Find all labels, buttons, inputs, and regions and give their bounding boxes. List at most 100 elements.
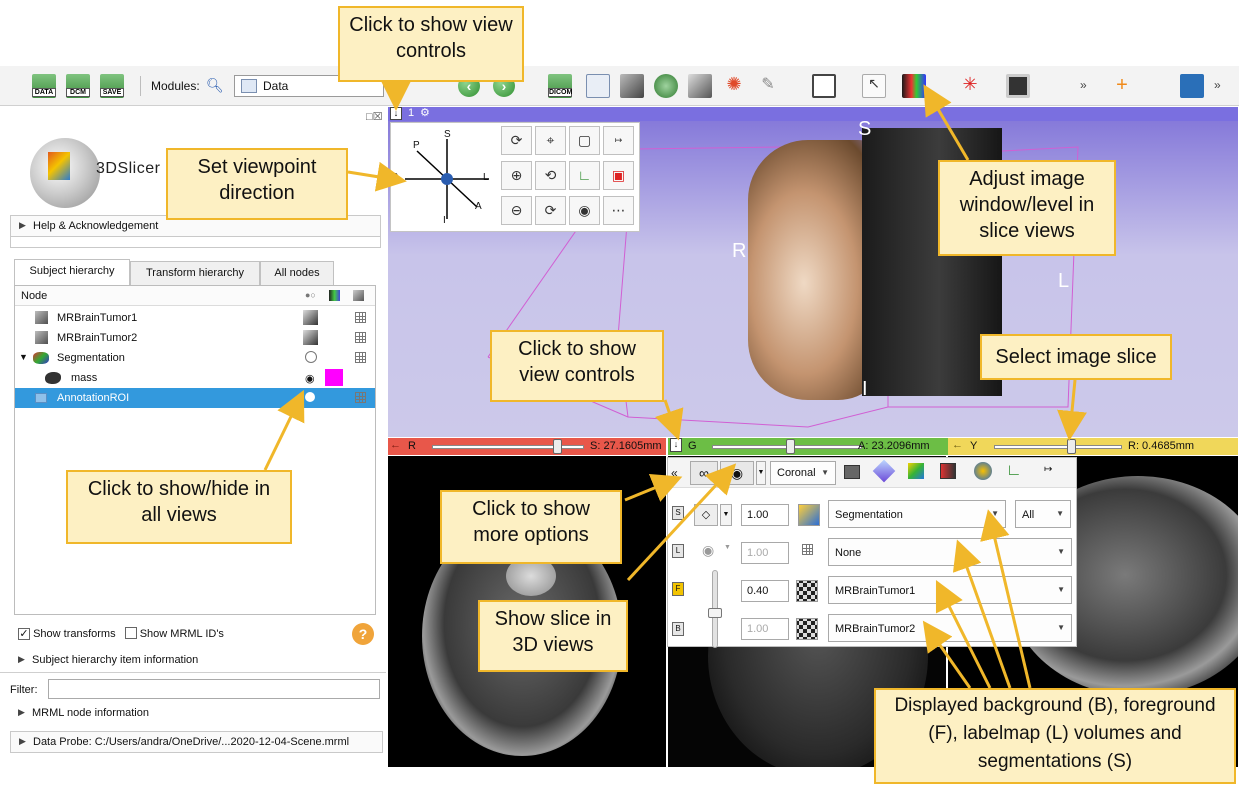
orthographic-icon[interactable]: ▢: [569, 126, 600, 155]
pin-icon[interactable]: ←: [952, 439, 963, 451]
collapse-triangle-icon[interactable]: ▼: [19, 352, 28, 362]
spin-icon[interactable]: ⟲: [535, 161, 566, 190]
collapse-icon[interactable]: «: [671, 466, 678, 480]
grid-icon[interactable]: [844, 465, 860, 479]
search-icon[interactable]: 🔍︎: [206, 77, 224, 94]
axes-icon[interactable]: ∟: [569, 161, 600, 190]
volumes-icon[interactable]: [620, 74, 644, 98]
eye-icon[interactable]: [305, 392, 315, 402]
extensions-icon[interactable]: [1180, 74, 1204, 98]
tree-item-mrbraintumor2[interactable]: MRBrainTumor2: [15, 328, 375, 348]
reslice-icon[interactable]: [872, 459, 896, 483]
more-options-icon[interactable]: ⋯: [603, 196, 634, 225]
labelmap-select[interactable]: None ▼: [828, 538, 1072, 566]
filter-input[interactable]: [48, 679, 380, 699]
colormap-icon[interactable]: [796, 580, 818, 602]
tree-item-mrbraintumor1[interactable]: MRBrainTumor1: [15, 308, 375, 328]
ruler-icon[interactable]: ↦: [1044, 464, 1052, 475]
gear-icon[interactable]: ⚙: [420, 106, 430, 119]
eye-icon[interactable]: [305, 351, 317, 363]
segment-select[interactable]: All ▼: [1015, 500, 1071, 528]
window-level-icon[interactable]: [974, 462, 992, 480]
slice-visibility-icon[interactable]: [303, 330, 318, 345]
reset-camera-icon[interactable]: ⟳: [535, 196, 566, 225]
chevron-down-icon[interactable]: ▼: [720, 504, 732, 526]
models-icon[interactable]: [654, 74, 678, 98]
pin-icon[interactable]: ←: [390, 439, 401, 451]
subject-hierarchy-tree[interactable]: Node ●○ MRBrainTumor1 MRBrainTumor2 ▼ Se…: [14, 285, 376, 615]
more-icon[interactable]: »: [1214, 78, 1221, 92]
segmentation-opacity-spin[interactable]: 1.00: [741, 504, 789, 526]
callout-displayed-layers: Displayed background (B), foreground (F)…: [874, 688, 1236, 784]
window-level-icon[interactable]: [902, 74, 926, 98]
select-arrow-icon[interactable]: ↖: [862, 74, 886, 98]
mrml-node-info-section[interactable]: ▶ MRML node information: [10, 703, 381, 725]
tree-item-segmentation[interactable]: ▼ Segmentation: [15, 348, 375, 368]
crosshair-icon[interactable]: +: [1110, 74, 1134, 98]
orientation-select[interactable]: Coronal ▼: [770, 461, 836, 485]
item-info-section[interactable]: ▶ Subject hierarchy item information: [10, 650, 381, 672]
yellow-slice-slider-knob[interactable]: [1066, 439, 1076, 454]
editor-icon[interactable]: ✎: [756, 74, 780, 98]
link-views-icon[interactable]: ▣: [603, 161, 634, 190]
color-column-icon: [329, 290, 340, 301]
transforms-icon[interactable]: [688, 74, 712, 98]
save-icon[interactable]: SAVE: [100, 74, 124, 98]
eye-icon[interactable]: ◉: [702, 542, 714, 559]
pin-icon[interactable]: ↓: [390, 107, 402, 120]
center-view-icon[interactable]: ⌖: [535, 126, 566, 155]
load-data-icon[interactable]: DATA: [32, 74, 56, 98]
show-mrml-ids-checkbox[interactable]: [124, 627, 137, 639]
zoom-in-icon[interactable]: ⊕: [501, 161, 532, 190]
foreground-opacity-spin[interactable]: 0.40: [741, 580, 789, 602]
dicom-icon[interactable]: DCM: [66, 74, 90, 98]
chevron-down-icon[interactable]: ▼: [756, 461, 766, 485]
tab-subject-hierarchy[interactable]: Subject hierarchy: [14, 259, 130, 285]
segmentation-select[interactable]: Segmentation ▼: [828, 500, 1006, 528]
pin-icon[interactable]: ↓: [670, 438, 682, 452]
yellow-slice-slider[interactable]: [994, 445, 1122, 449]
pitch-icon[interactable]: ⟳: [501, 126, 532, 155]
chevron-down-icon[interactable]: ▼: [724, 544, 731, 551]
green-slice-slider-knob[interactable]: [786, 439, 795, 454]
tab-all-nodes[interactable]: All nodes: [260, 261, 334, 285]
link-icon[interactable]: ∞: [690, 461, 718, 485]
tree-item-annotationroi[interactable]: AnnotationROI: [15, 388, 375, 408]
labelmap-opacity-spin[interactable]: 1.00: [741, 542, 789, 564]
segment-outline-icon[interactable]: [940, 463, 956, 479]
data-probe-section[interactable]: ▶ Data Probe: C:/Users/andra/OneDrive/..…: [10, 731, 383, 753]
ruler-icon[interactable]: ↦: [603, 126, 634, 155]
foreground-select[interactable]: MRBrainTumor1 ▼: [828, 576, 1072, 604]
axes-icon[interactable]: ∟: [1006, 462, 1022, 480]
background-select[interactable]: MRBrainTumor2 ▼: [828, 614, 1072, 642]
layers-icon[interactable]: [908, 463, 924, 479]
tab-transform-hierarchy[interactable]: Transform hierarchy: [130, 261, 260, 285]
segmentation-layer-icon: S: [672, 506, 684, 520]
eye-icon[interactable]: ◉: [305, 372, 315, 385]
background-opacity-spin[interactable]: 1.00: [741, 618, 789, 640]
slice-visibility-icon[interactable]: [303, 310, 318, 325]
dicom-module-icon[interactable]: DICOM: [548, 74, 572, 98]
outline-icon[interactable]: ◇: [694, 504, 718, 526]
markups-icon[interactable]: ✺: [722, 74, 746, 98]
data-module-icon[interactable]: [586, 74, 610, 98]
segment-color-swatch[interactable]: [325, 369, 343, 386]
segmentation-icon[interactable]: [798, 504, 820, 526]
show-transforms-row: ✓ Show transforms Show MRML ID's: [18, 627, 224, 640]
layout-icon[interactable]: [812, 74, 836, 98]
show-transforms-checkbox[interactable]: ✓: [18, 628, 30, 640]
screenshot-icon[interactable]: [1006, 74, 1030, 98]
chevron-down-icon: ▼: [821, 468, 829, 477]
eye-icon[interactable]: ◉: [569, 196, 600, 225]
help-icon[interactable]: ?: [352, 623, 374, 645]
more-icon[interactable]: »: [1080, 78, 1087, 92]
zoom-out-icon[interactable]: ⊖: [501, 196, 532, 225]
placement-icon[interactable]: ✳: [958, 74, 982, 98]
red-slice-slider-knob[interactable]: [552, 439, 562, 454]
grid-icon[interactable]: [802, 544, 813, 555]
tree-item-mass[interactable]: mass ◉: [15, 368, 375, 388]
colormap-icon[interactable]: [796, 618, 818, 640]
expand-triangle-icon: ▶: [18, 654, 25, 664]
eye-icon[interactable]: ◉: [720, 461, 754, 485]
foreground-opacity-slider-knob[interactable]: [708, 608, 722, 618]
